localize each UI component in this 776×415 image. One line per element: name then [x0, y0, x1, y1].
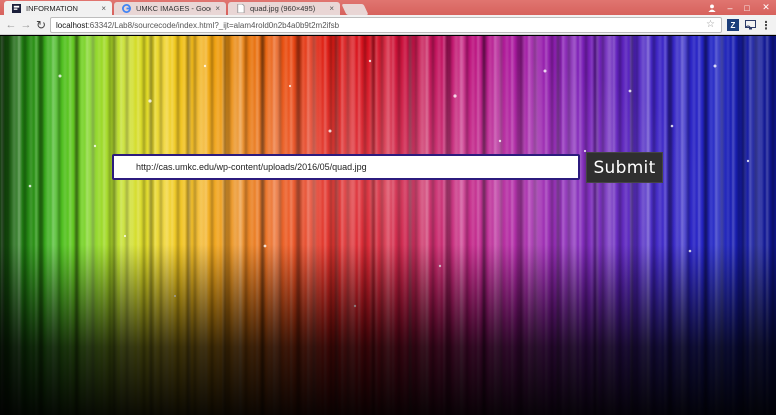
- user-profile-icon[interactable]: [704, 0, 720, 15]
- minimize-button[interactable]: –: [722, 0, 738, 15]
- maximize-button[interactable]: □: [739, 0, 755, 15]
- extension-cast-icon[interactable]: [744, 19, 756, 31]
- address-bar[interactable]: localhost:63342/Lab8/sourcecode/index.ht…: [50, 17, 722, 33]
- address-host: localhost: [56, 20, 88, 30]
- new-tab-button[interactable]: [341, 4, 369, 15]
- forward-arrow-icon[interactable]: →: [19, 18, 33, 32]
- tab-information[interactable]: INFORMATION ×: [4, 1, 112, 15]
- bookmark-star-icon[interactable]: ☆: [706, 19, 715, 30]
- tab-label: quad.jpg (960×495): [250, 4, 316, 13]
- bottom-fade: [0, 36, 776, 415]
- submit-button[interactable]: Submit: [586, 152, 663, 183]
- browser-toolbar: ← → ↻ localhost:63342/Lab8/sourcecode/in…: [0, 15, 776, 35]
- menu-kebab-icon[interactable]: ⋮: [760, 19, 772, 32]
- page-background: [0, 36, 776, 415]
- close-window-button[interactable]: ✕: [757, 0, 775, 15]
- tab-umkc-images[interactable]: UMKC IMAGES - Google ×: [114, 2, 226, 15]
- back-arrow-icon[interactable]: ←: [4, 18, 18, 32]
- tab-close-icon[interactable]: ×: [101, 4, 106, 13]
- google-favicon-icon: [122, 4, 131, 13]
- reload-icon[interactable]: ↻: [34, 18, 48, 32]
- address-path: :63342/Lab8/sourcecode/index.html?_ijt=a…: [87, 20, 340, 30]
- browser-tab-strip: INFORMATION × UMKC IMAGES - Google × qua…: [0, 0, 776, 15]
- tab-close-icon[interactable]: ×: [329, 4, 334, 13]
- tab-label: INFORMATION: [26, 3, 78, 13]
- document-favicon-icon: [237, 4, 245, 13]
- image-url-input[interactable]: [112, 154, 580, 180]
- tab-close-icon[interactable]: ×: [215, 4, 220, 13]
- tab-quad-jpg[interactable]: quad.jpg (960×495) ×: [228, 2, 340, 15]
- extension-z-icon[interactable]: Z: [727, 19, 739, 31]
- page-favicon-icon: [12, 3, 21, 13]
- tab-label: UMKC IMAGES - Google: [136, 4, 211, 13]
